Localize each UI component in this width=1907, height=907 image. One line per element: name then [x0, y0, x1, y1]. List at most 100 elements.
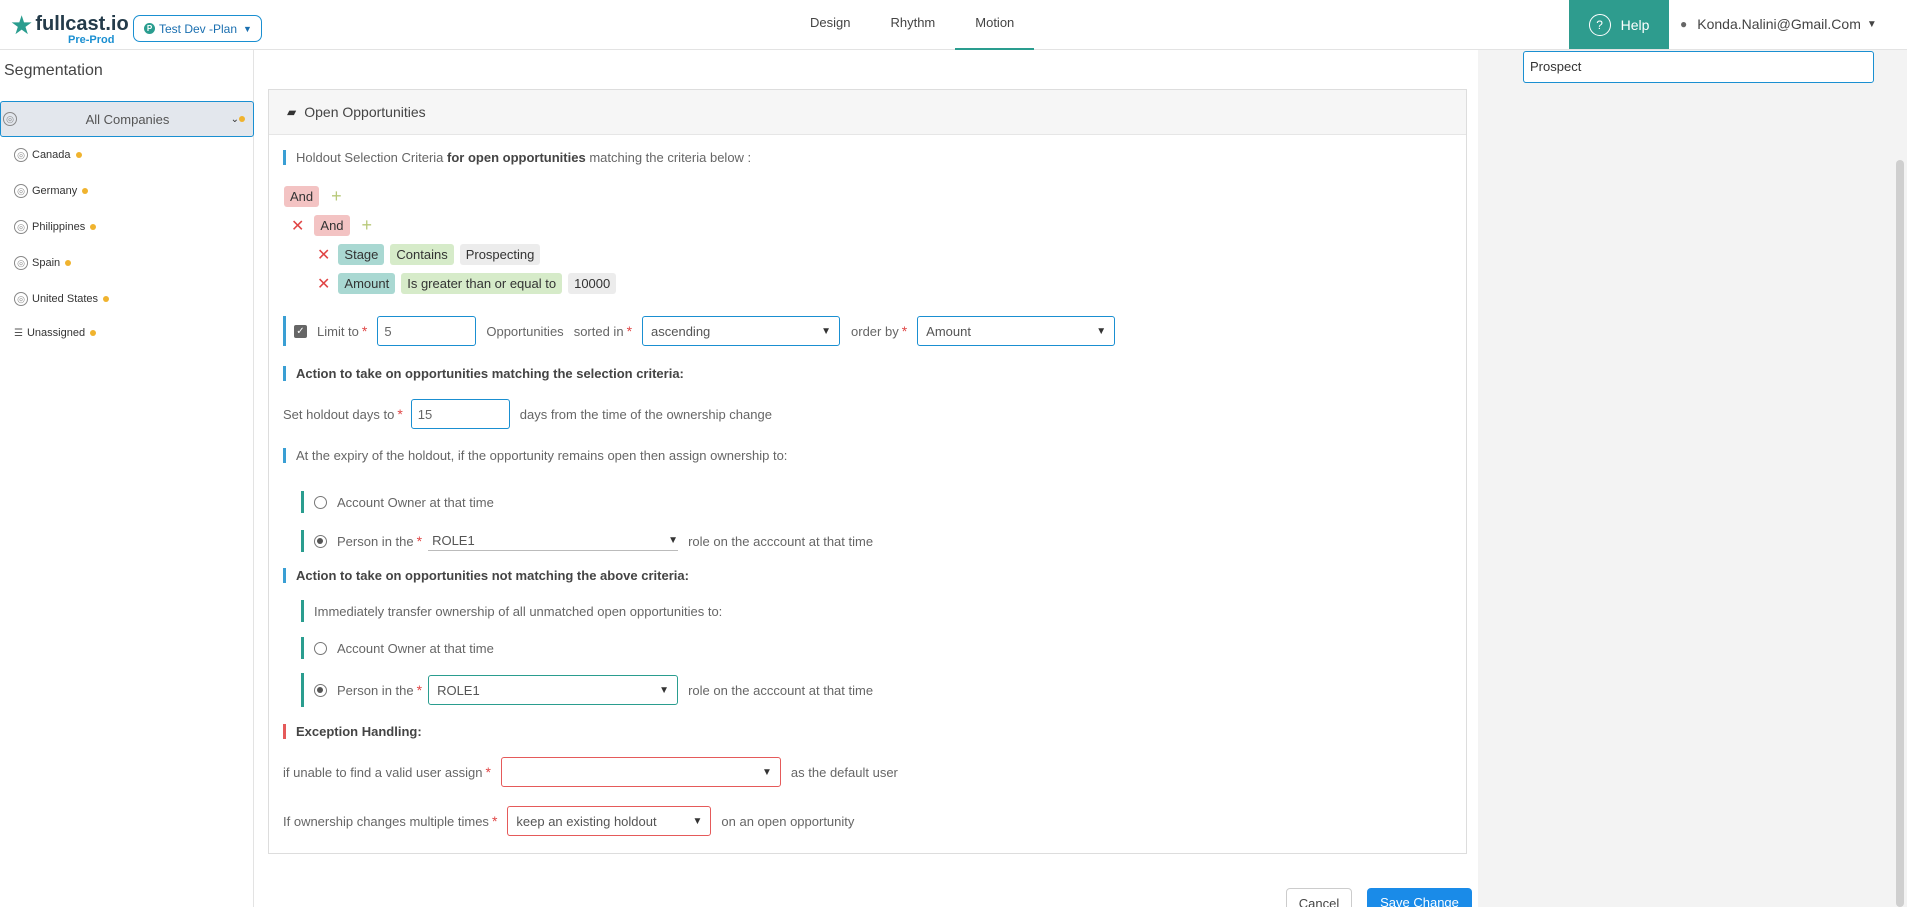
main-content: ▰ Open Opportunities Holdout Selection C…	[254, 50, 1478, 907]
role-select[interactable]: ROLE1 ▼	[428, 531, 679, 551]
and-operator[interactable]: And	[314, 215, 350, 236]
condition-operator[interactable]: Contains	[390, 244, 454, 265]
order-value: Amount	[926, 323, 971, 339]
close-icon[interactable]: ✕	[291, 216, 304, 236]
sidebar-item-label: Spain	[32, 257, 61, 269]
chevron-down-icon[interactable]: ⌄	[231, 114, 239, 125]
status-dot	[65, 260, 72, 266]
person-label: Person in the	[337, 533, 414, 549]
tab-motion[interactable]: Motion	[955, 0, 1035, 50]
account-owner-radio[interactable]	[314, 495, 327, 509]
owner-option-row: Account Owner at that time	[301, 491, 494, 513]
holdout-days-input[interactable]: 15	[410, 399, 510, 429]
person-role-radio[interactable]	[314, 534, 327, 548]
sidebar-item-philippines[interactable]: ◎ Philippines	[0, 220, 254, 234]
plan-label: Test Dev -Plan	[159, 21, 238, 36]
globe-icon: ◎	[14, 292, 28, 306]
help-icon: ?	[1588, 13, 1611, 36]
limit-checkbox[interactable]: ✓	[294, 324, 307, 338]
help-button[interactable]: ? Help	[1569, 0, 1669, 49]
globe-icon: ◎	[14, 256, 28, 270]
criteria-suffix: matching the criteria below :	[589, 150, 752, 165]
main-nav: Design Rhythm Motion	[790, 0, 1035, 50]
sorted-label: sorted in	[573, 323, 624, 339]
condition-field[interactable]: Amount	[338, 273, 396, 294]
sort-value: ascending	[651, 323, 711, 339]
chevron-down-icon: ▼	[668, 535, 679, 546]
fullcast-logo[interactable]: ★ fullcast.io Pre-Prod	[10, 12, 129, 46]
and-group-nested: ✕ And +	[291, 215, 372, 236]
close-icon[interactable]: ✕	[317, 274, 330, 294]
logo-sub: Pre-Prod	[68, 34, 115, 46]
limit-input[interactable]: 5	[377, 316, 477, 346]
role-value: ROLE1	[437, 682, 480, 698]
sidebar-item-all-companies[interactable]: ◎ All Companies ⌄	[0, 101, 254, 137]
sidebar-item-spain[interactable]: ◎ Spain	[0, 256, 254, 270]
save-change-button[interactable]: Save Change	[1367, 888, 1472, 907]
status-dot	[90, 330, 97, 336]
plan-selector[interactable]: P Test Dev -Plan ▼	[133, 15, 262, 42]
transfer-text: Immediately transfer ownership of all un…	[314, 603, 723, 619]
condition-field[interactable]: Stage	[338, 244, 385, 265]
name-input[interactable]: Prospect	[1523, 51, 1874, 83]
sidebar-item-unassigned[interactable]: ☰ Unassigned	[0, 327, 254, 339]
required-mark: *	[485, 764, 491, 780]
condition-operator[interactable]: Is greater than or equal to	[401, 273, 563, 294]
person-option-row: Person in the * ROLE1 ▼ role on the acccou…	[301, 673, 873, 707]
condition-row: ✕ Amount Is greater than or equal to 100…	[317, 273, 617, 294]
condition-row: ✕ Stage Contains Prospecting	[317, 244, 541, 265]
person-label: Person in the	[337, 682, 414, 698]
help-label: Help	[1620, 16, 1650, 33]
status-dot	[90, 224, 97, 230]
chevron-down-icon: ▼	[659, 684, 670, 696]
cancel-button[interactable]: Cancel	[1286, 888, 1352, 907]
panel-header: ▰ Open Opportunities	[269, 90, 1466, 135]
list-icon: ☰	[14, 327, 23, 339]
required-mark: *	[361, 323, 368, 339]
accent-bar	[301, 530, 304, 552]
tab-design[interactable]: Design	[790, 0, 870, 50]
multiple-select[interactable]: keep an existing holdout ▼	[507, 806, 712, 836]
accent-bar	[301, 491, 304, 513]
role-suffix: role on the acccount at that time	[688, 682, 874, 698]
status-dot	[82, 188, 89, 194]
close-icon[interactable]: ✕	[317, 245, 330, 265]
required-mark: *	[416, 533, 423, 549]
tab-rhythm[interactable]: Rhythm	[870, 0, 955, 50]
default-user-select[interactable]: ▼	[500, 757, 781, 787]
opportunities-label: Opportunities	[486, 323, 564, 339]
sort-select[interactable]: ascending ▼	[642, 316, 841, 346]
open-opportunities-panel: ▰ Open Opportunities Holdout Selection C…	[268, 89, 1467, 854]
multiple-row: If ownership changes multiple times * kee…	[283, 806, 854, 836]
holdout-label: Set holdout days to	[283, 406, 395, 422]
sidebar-item-label: Canada	[32, 149, 71, 161]
sidebar-item-canada[interactable]: ◎ Canada	[0, 148, 254, 162]
order-select[interactable]: Amount ▼	[917, 316, 1116, 346]
account-owner-radio[interactable]	[314, 641, 327, 655]
action-nomatch-text: Action to take on opportunities not matc…	[296, 568, 689, 583]
multiple-label: If ownership changes multiple times	[283, 813, 489, 829]
add-icon[interactable]: +	[331, 186, 342, 207]
accent-bar	[283, 316, 286, 346]
criteria-bold: for open opportunities	[447, 150, 586, 165]
globe-icon: ◎	[14, 184, 28, 198]
condition-value[interactable]: Prospecting	[459, 244, 541, 265]
condition-value[interactable]: 10000	[568, 273, 617, 294]
sidebar-item-label: United States	[32, 293, 99, 305]
and-operator[interactable]: And	[284, 186, 320, 207]
person-role-radio[interactable]	[314, 683, 327, 697]
accent-bar	[301, 673, 304, 707]
default-user-suffix: as the default user	[790, 764, 898, 780]
sidebar-item-united-states[interactable]: ◎ United States	[0, 292, 254, 306]
chevron-down-icon: ▼	[762, 766, 772, 778]
role-select[interactable]: ROLE1 ▼	[428, 675, 679, 705]
chevron-down-icon: ▼	[821, 325, 832, 337]
scrollbar[interactable]	[1896, 160, 1904, 907]
transfer-row: Immediately transfer ownership of all un…	[301, 600, 722, 622]
required-mark: *	[491, 813, 498, 829]
accent-bar	[301, 600, 304, 622]
sidebar-item-germany[interactable]: ◎ Germany	[0, 184, 254, 198]
add-icon[interactable]: +	[362, 215, 373, 236]
user-menu[interactable]: ● Konda.Nalini@Gmail.Com ▼	[1680, 16, 1877, 32]
sidebar-item-label: Philippines	[32, 221, 86, 233]
